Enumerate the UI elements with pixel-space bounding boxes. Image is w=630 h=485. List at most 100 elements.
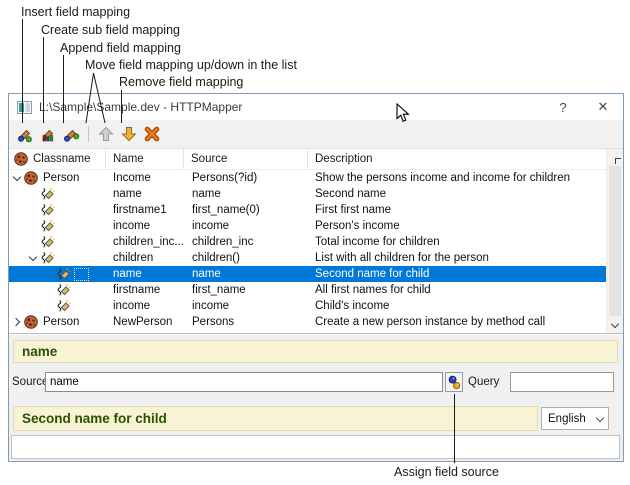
description-cell: Person's income: [308, 218, 606, 234]
expand-expander-icon[interactable]: [11, 315, 23, 329]
collapse-expander-icon[interactable]: [27, 251, 39, 265]
help-button[interactable]: ?: [543, 94, 583, 120]
app-window: L:\Sample\Sample.dev - HTTPMapper ? ✕ Cl…: [8, 93, 624, 462]
source-cell: first_name(0): [184, 202, 308, 218]
description-cell: Child's income: [308, 298, 606, 314]
description-cell: All first names for child: [308, 282, 606, 298]
name-cell: name: [106, 266, 184, 282]
name-cell: children_inc...: [106, 234, 184, 250]
description-cell: Second name for child: [308, 266, 606, 282]
description-cell: Create a new person instance by method c…: [308, 314, 606, 330]
column-header-description[interactable]: Description: [308, 149, 606, 169]
annotation-append-field-mapping: Append field mapping: [60, 41, 181, 55]
source-cell: first_name: [184, 282, 308, 298]
table-row[interactable]: firstname1first_name(0)First first name: [9, 202, 606, 218]
collapse-expander-icon[interactable]: [11, 171, 23, 185]
field-icon: [55, 298, 71, 314]
name-cell: children: [106, 250, 184, 266]
query-input[interactable]: [510, 372, 614, 392]
scroll-thumb[interactable]: [609, 166, 621, 316]
field-name-header: name: [13, 340, 618, 363]
mapping-table-body: PersonIncomePersons(?id)Show the persons…: [9, 170, 606, 330]
column-header-classname[interactable]: Classname: [9, 149, 106, 169]
class-icon: [23, 170, 39, 186]
table-row[interactable]: firstnamefirst_nameAll first names for c…: [9, 282, 606, 298]
mouse-cursor: [396, 103, 414, 124]
field-icon: [55, 266, 71, 282]
close-button[interactable]: ✕: [583, 94, 623, 120]
source-cell: children(): [184, 250, 308, 266]
table-row[interactable]: incomeincomePerson's income: [9, 218, 606, 234]
detail-panel: name Source Query Second name for child …: [9, 333, 623, 461]
focus-rect: [74, 268, 89, 281]
name-cell: income: [106, 218, 184, 234]
field-icon: [39, 218, 55, 234]
class-icon: [13, 151, 29, 167]
description-cell: Second name: [308, 186, 606, 202]
assign-field-source-button[interactable]: [445, 372, 463, 392]
table-scrollbar[interactable]: [606, 149, 623, 333]
table-row[interactable]: namenameSecond name: [9, 186, 606, 202]
name-cell: name: [106, 186, 184, 202]
field-icon: [39, 186, 55, 202]
toolbar-separator: [88, 126, 89, 142]
field-description-header: Second name for child: [13, 406, 538, 431]
table-row[interactable]: namenameSecond name for child: [9, 266, 606, 282]
map-append-icon: [63, 126, 80, 143]
field-icon: [39, 202, 55, 218]
source-cell: Persons(?id): [184, 170, 308, 186]
name-cell: firstname1: [106, 202, 184, 218]
arrow-down-icon: [121, 126, 137, 142]
field-icon: [39, 250, 55, 266]
annotation-move-field-mapping: Move field mapping up/down in the list: [85, 58, 297, 72]
classname-cell: Person: [43, 172, 79, 184]
map-sub-icon: [40, 126, 57, 143]
source-label: Source: [12, 376, 48, 388]
query-label: Query: [468, 376, 499, 388]
remove-field-mapping-button[interactable]: [141, 123, 162, 145]
description-cell: List with all children for the person: [308, 250, 606, 266]
append-field-mapping-button[interactable]: [61, 123, 82, 145]
source-cell: children_inc: [184, 234, 308, 250]
scroll-up-arrow[interactable]: [607, 149, 623, 165]
mapping-table: Classname Name Source Description Person…: [9, 149, 623, 333]
table-row[interactable]: incomeincomeChild's income: [9, 298, 606, 314]
column-header-name[interactable]: Name: [106, 149, 184, 169]
name-cell: income: [106, 298, 184, 314]
class-icon: [23, 314, 39, 330]
table-row[interactable]: childrenchildren()List with all children…: [9, 250, 606, 266]
move-down-button[interactable]: [118, 123, 139, 145]
column-header-classname-label: Classname: [33, 153, 91, 165]
table-header: Classname Name Source Description: [9, 149, 606, 170]
source-input[interactable]: [45, 372, 443, 392]
source-cell: Persons: [184, 314, 308, 330]
field-name-text: name: [22, 344, 57, 359]
column-header-description-label: Description: [315, 153, 373, 165]
remove-x-icon: [144, 126, 160, 142]
source-cell: name: [184, 266, 308, 282]
language-select[interactable]: English: [541, 407, 609, 430]
column-header-name-label: Name: [113, 153, 144, 165]
field-description-text: Second name for child: [22, 411, 167, 426]
arrow-up-icon: [98, 126, 114, 142]
annotation-remove-field-mapping: Remove field mapping: [119, 75, 243, 89]
field-icon: [55, 282, 71, 298]
language-value: English: [548, 413, 586, 425]
field-icon: [39, 234, 55, 250]
table-row[interactable]: PersonIncomePersons(?id)Show the persons…: [9, 170, 606, 186]
description-cell: Show the persons income and income for c…: [308, 170, 606, 186]
window-title: L:\Sample\Sample.dev - HTTPMapper: [39, 100, 543, 114]
annotation-assign-field-source: Assign field source: [394, 465, 499, 479]
table-row[interactable]: children_inc...children_incTotal income …: [9, 234, 606, 250]
name-cell: firstname: [106, 282, 184, 298]
create-sub-field-mapping-button[interactable]: [38, 123, 59, 145]
toolbar: [9, 120, 623, 149]
source-cell: income: [184, 218, 308, 234]
move-up-button[interactable]: [95, 123, 116, 145]
table-row[interactable]: PersonNewPersonPersonsCreate a new perso…: [9, 314, 606, 330]
insert-field-mapping-button[interactable]: [15, 123, 36, 145]
column-header-source[interactable]: Source: [184, 149, 308, 169]
scroll-down-arrow[interactable]: [607, 317, 623, 333]
annotation-insert-field-mapping: Insert field mapping: [21, 5, 130, 19]
source-cell: income: [184, 298, 308, 314]
